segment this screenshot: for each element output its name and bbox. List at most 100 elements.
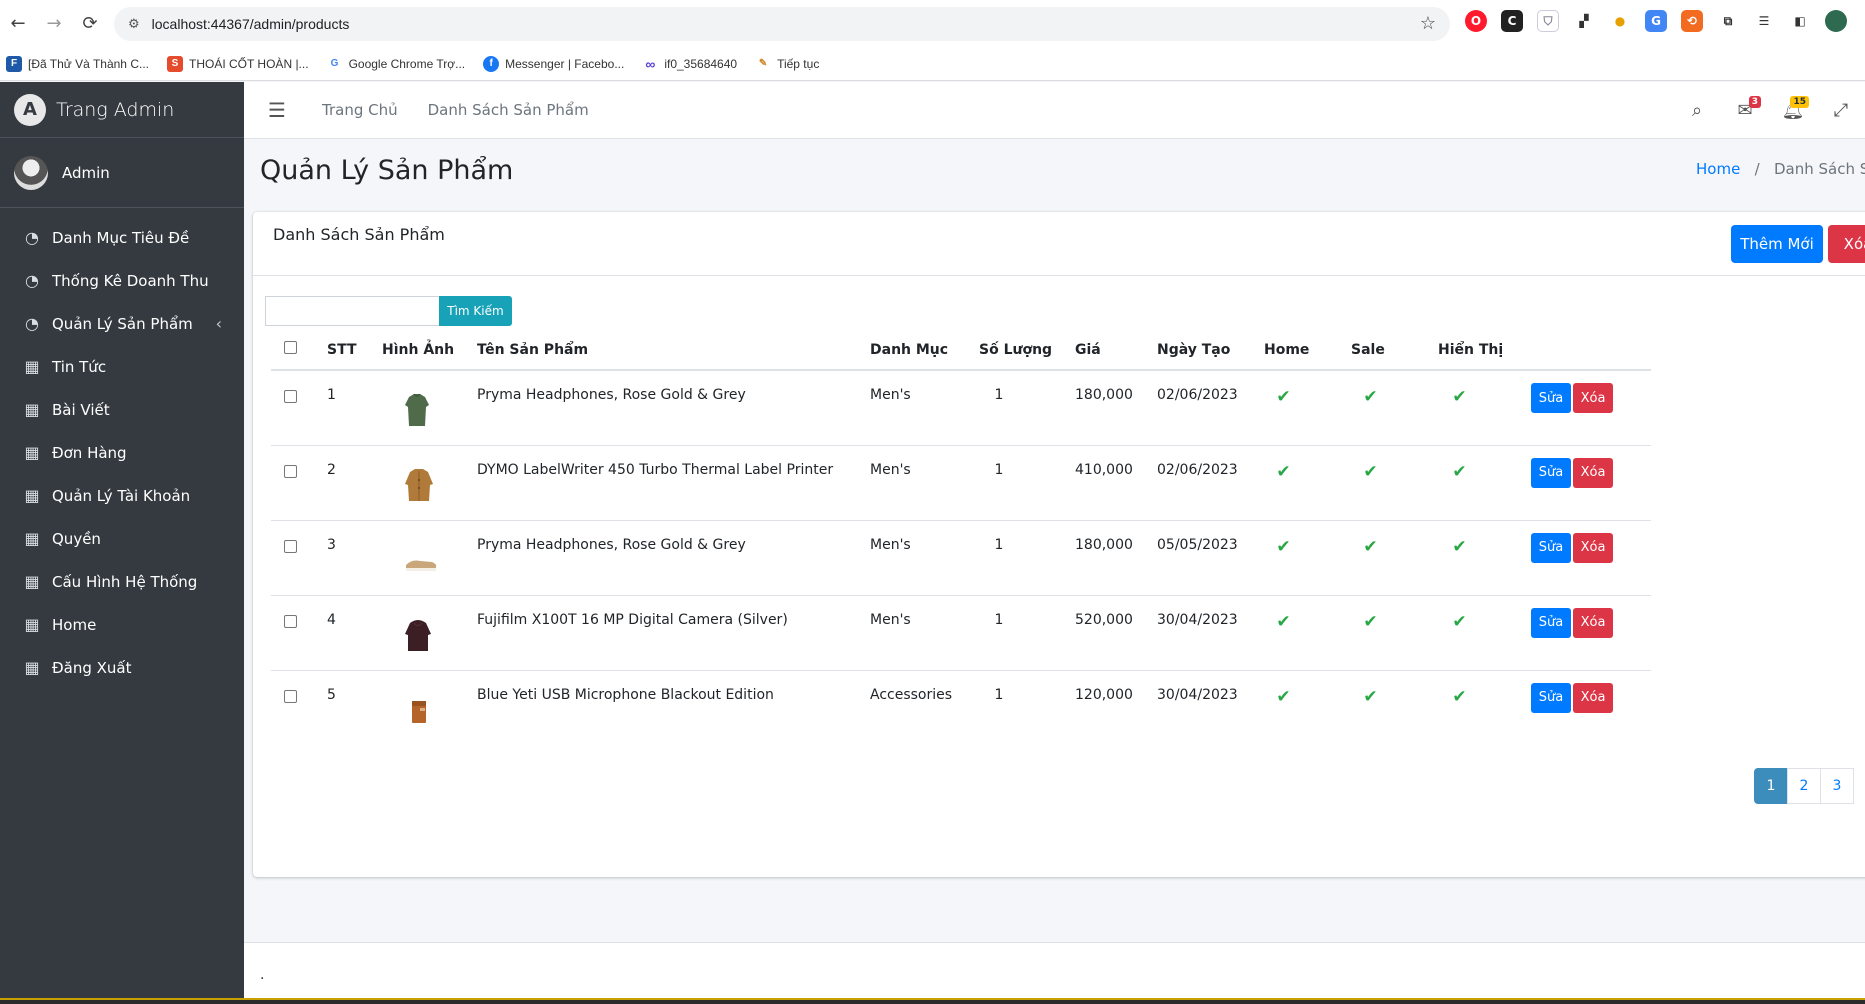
sidebar-item-dang-xuat[interactable]: ▦ Đăng Xuất	[0, 646, 244, 689]
messages-icon[interactable]: ✉ 3	[1721, 96, 1769, 121]
col-date: Ngày Tạo	[1157, 330, 1264, 371]
sidebar-item-quan-ly-san-pham[interactable]: ◔ Quản Lý Sản Phẩm ‹	[0, 302, 244, 345]
delete-button[interactable]: Xóa	[1573, 383, 1613, 413]
extension-icon[interactable]: ▞	[1573, 10, 1595, 32]
sidebar-item-label: Tin Tức	[52, 357, 107, 376]
opera-icon[interactable]: O	[1465, 10, 1487, 32]
add-new-button[interactable]: Thêm Mới	[1731, 225, 1823, 263]
page-link-3[interactable]: 3	[1820, 768, 1854, 804]
product-thumbnail[interactable]	[404, 693, 432, 727]
edit-button[interactable]: Sửa	[1531, 682, 1571, 713]
user-panel[interactable]: Admin	[0, 138, 244, 208]
reload-icon[interactable]: ⟳	[72, 6, 108, 42]
sidebar-item-home[interactable]: ▦ Home	[0, 603, 244, 646]
product-thumbnail[interactable]	[404, 543, 438, 577]
extension-icon[interactable]: ●	[1609, 10, 1631, 32]
sidebar: A Trang Admin Admin ◔ Danh Mục Tiêu Đề ◔…	[0, 82, 244, 1004]
sidebar-item-tin-tuc[interactable]: ▦ Tin Tức	[0, 345, 244, 388]
row-checkbox[interactable]	[284, 464, 297, 478]
bookmark-item[interactable]: f Messenger | Facebo...	[483, 55, 624, 72]
puzzle-icon[interactable]: ⧉	[1717, 10, 1739, 32]
cell-actions: Sửa Xóa	[1531, 445, 1651, 521]
cell-sale: ✔	[1351, 670, 1438, 745]
cell-quantity: 1	[979, 595, 1075, 671]
delete-button[interactable]: Xóa	[1573, 682, 1613, 713]
sidebar-item-cau-hinh-he-thong[interactable]: ▦ Cấu Hình Hệ Thống	[0, 560, 244, 603]
row-checkbox[interactable]	[284, 390, 297, 403]
back-icon[interactable]: ←	[0, 6, 36, 42]
bookmark-item[interactable]: G Google Chrome Trợ...	[326, 55, 465, 72]
sidebar-item-quyen[interactable]: ▦ Quyền	[0, 517, 244, 560]
sidebar-item-bai-viet[interactable]: ▦ Bài Viết	[0, 388, 244, 431]
nav-link-trang-chu[interactable]: Trang Chủ	[322, 101, 398, 119]
product-thumbnail[interactable]	[404, 393, 430, 427]
url-text: localhost:44367/admin/products	[151, 16, 350, 32]
select-all-checkbox[interactable]	[284, 341, 297, 354]
product-thumbnail[interactable]	[404, 468, 434, 502]
edit-button[interactable]: Sửa	[1531, 383, 1571, 413]
page-link-1[interactable]: 1	[1754, 768, 1788, 804]
address-bar[interactable]: ⚙ localhost:44367/admin/products ☆	[114, 7, 1450, 41]
reading-list-icon[interactable]: ☰	[1753, 10, 1775, 32]
page-link-2[interactable]: 2	[1787, 768, 1821, 804]
breadcrumb-separator: /	[1745, 160, 1770, 178]
dashboard-icon: ◔	[25, 228, 39, 247]
bookmark-item[interactable]: ∞ if0_35684640	[642, 55, 737, 72]
bookmark-item[interactable]: S THOÁI CỐT HOÀN |...	[166, 55, 309, 72]
sidebar-item-danh-muc-tieu-de[interactable]: ◔ Danh Mục Tiêu Đề	[0, 216, 244, 259]
edit-button[interactable]: Sửa	[1531, 532, 1571, 563]
forward-icon[interactable]: →	[36, 6, 72, 42]
nav-link-danh-sach-san-pham[interactable]: Danh Sách Sản Phẩm	[428, 101, 589, 119]
delete-button[interactable]: Xóa	[1573, 607, 1613, 638]
extension-icon[interactable]: ⟲	[1681, 10, 1703, 32]
pagination: 1 2 3	[1754, 768, 1854, 804]
cell-visible: ✔	[1438, 520, 1531, 596]
profile-icon[interactable]	[1825, 10, 1847, 32]
table-row: 1 Pryma Headphones, Rose Gold & Grey Men…	[271, 370, 1651, 446]
menu-toggle-icon[interactable]: ☰	[268, 98, 292, 122]
search-input[interactable]	[265, 296, 439, 326]
bookmark-star-icon[interactable]: ☆	[1420, 13, 1436, 34]
cell-name: Blue Yeti USB Microphone Blackout Editio…	[477, 686, 774, 703]
breadcrumb-home[interactable]: Home	[1696, 160, 1740, 178]
sidebar-item-label: Quản Lý Sản Phẩm	[52, 314, 193, 333]
sidebar-item-label: Đăng Xuất	[52, 658, 132, 677]
bell-icon[interactable]: 🔔︎ 15	[1769, 96, 1817, 121]
sidebar-item-label: Quản Lý Tài Khoản	[52, 486, 191, 505]
cell-stt: 1	[327, 370, 382, 446]
check-icon: ✔	[1363, 536, 1378, 557]
brand-logo-icon: A	[14, 93, 46, 126]
product-card: Danh Sách Sản Phẩm Thêm Mới Xóa Tìm Kiếm…	[253, 212, 1865, 877]
facebook-icon: f	[483, 55, 500, 72]
edit-button[interactable]: Sửa	[1531, 607, 1571, 638]
row-checkbox[interactable]	[284, 689, 297, 703]
cell-home: ✔	[1264, 445, 1351, 521]
card-title: Danh Sách Sản Phẩm	[273, 225, 445, 244]
cell-quantity: 1	[994, 686, 1004, 703]
site-info-icon[interactable]: ⚙	[128, 17, 140, 32]
product-thumbnail[interactable]	[404, 618, 432, 652]
side-panel-icon[interactable]: ◧	[1789, 10, 1811, 32]
sidebar-item-don-hang[interactable]: ▦ Đơn Hàng	[0, 431, 244, 474]
delete-button[interactable]: Xóa	[1573, 457, 1613, 488]
brand-link[interactable]: A Trang Admin	[0, 82, 244, 138]
row-checkbox[interactable]	[284, 614, 297, 628]
bookmark-item[interactable]: ✎ Tiếp tục	[755, 55, 819, 72]
delete-selected-button[interactable]: Xóa	[1828, 225, 1865, 263]
translate-icon[interactable]: G	[1645, 10, 1667, 32]
search-icon[interactable]: ⌕	[1673, 100, 1721, 121]
sidebar-item-quan-ly-tai-khoan[interactable]: ▦ Quản Lý Tài Khoản	[0, 474, 244, 517]
sidebar-item-thong-ke-doanh-thu[interactable]: ◔ Thống Kê Doanh Thu	[0, 259, 244, 302]
extension-icon[interactable]: C	[1501, 10, 1523, 32]
shield-icon[interactable]: ⛉	[1537, 10, 1559, 32]
check-icon: ✔	[1452, 536, 1467, 557]
dashboard-icon: ◔	[25, 314, 39, 333]
row-checkbox[interactable]	[284, 539, 297, 553]
bookmark-item[interactable]: F [Đã Thử Và Thành C...	[6, 55, 149, 72]
search-button[interactable]: Tìm Kiếm	[439, 296, 512, 326]
fullscreen-icon[interactable]: ⤢	[1817, 100, 1865, 121]
cell-sale: ✔	[1351, 520, 1438, 596]
edit-button[interactable]: Sửa	[1531, 457, 1571, 488]
delete-button[interactable]: Xóa	[1573, 532, 1613, 563]
check-icon: ✔	[1276, 611, 1291, 632]
